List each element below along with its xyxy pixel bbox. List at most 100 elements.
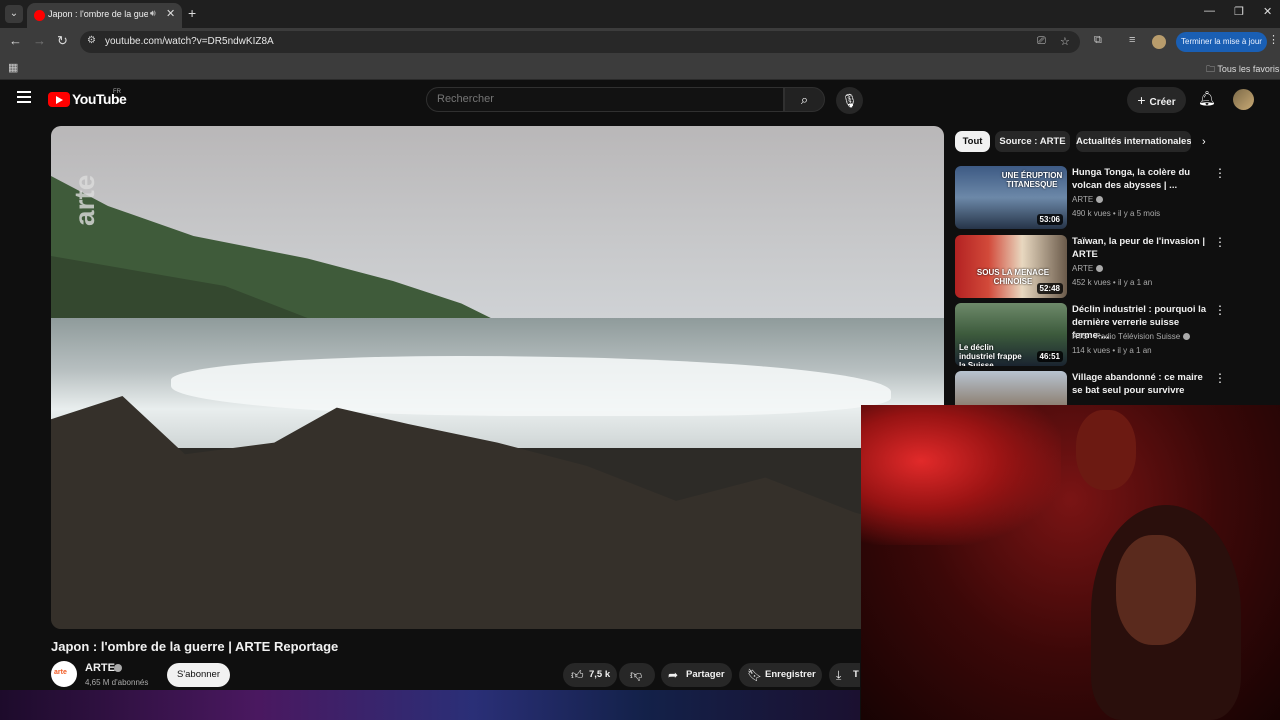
channel-label: ARTE	[1072, 195, 1094, 204]
site-info-icon[interactable]: ⚙	[87, 35, 96, 46]
forward-arrow-icon[interactable]: →	[33, 33, 46, 48]
folder-icon: 🗀︎	[1206, 64, 1218, 74]
bookmarks-bar: ▦ 🗀︎ Tous les favoris	[0, 56, 1280, 80]
search-box[interactable]	[426, 87, 784, 112]
browser-toolbar: ← → ↻ ⚙ youtube.com/watch?v=DR5ndwKIZ8A …	[0, 28, 1280, 56]
recommendation-title[interactable]: Hunga Tonga, la colère du volcan des aby…	[1072, 166, 1212, 192]
microphone-icon[interactable]: 🎙︎	[836, 87, 863, 114]
save-button[interactable]: 🔖︎ Enregistrer	[739, 663, 822, 687]
description-preview-image	[0, 690, 860, 720]
youtube-logo-icon[interactable]	[48, 92, 70, 107]
video-player[interactable]: arte	[51, 126, 944, 629]
arte-logo: arte	[54, 669, 67, 676]
bookmark-star-icon[interactable]: ☆	[1060, 35, 1070, 48]
chip-source-arte[interactable]: Source : ARTE	[995, 131, 1070, 152]
plus-icon: +	[1137, 92, 1150, 108]
country-code: FR	[113, 89, 121, 95]
webcam-background-figure	[1076, 410, 1136, 490]
save-label: Enregistrer	[765, 669, 816, 680]
channel-label: RTS - Radio Télévision Suisse	[1072, 332, 1181, 341]
arte-watermark: arte	[69, 174, 100, 226]
video-title: Japon : l'ombre de la guerre | ARTE Repo…	[51, 639, 339, 654]
tab-title: Japon : l'ombre de la guerre	[48, 9, 148, 19]
recommendation-item[interactable]: Le déclin industriel frappe la Suisse 46…	[955, 303, 1275, 367]
media-controls-icon[interactable]: ≡	[1129, 34, 1135, 46]
recommendation-channel: ARTE	[1072, 195, 1104, 204]
address-bar[interactable]: ⚙ youtube.com/watch?v=DR5ndwKIZ8A ⎚ ☆	[80, 31, 1080, 53]
create-label: Créer	[1149, 97, 1176, 108]
more-actions-icon[interactable]: ⋮	[1214, 303, 1226, 317]
share-label: Partager	[686, 669, 725, 680]
minimize-icon[interactable]: —	[1204, 5, 1215, 17]
apps-grid-icon[interactable]: ▦	[8, 61, 18, 74]
recommendation-item[interactable]: SOUS LA MENACE CHINOISE 52:48 Taïwan, la…	[955, 235, 1275, 299]
video-thumbnail[interactable]: UNE ÉRUPTION TITANESQUE 53:06	[955, 166, 1067, 229]
verified-check-icon	[114, 664, 122, 672]
video-thumbnail[interactable]: Le déclin industriel frappe la Suisse 46…	[955, 303, 1067, 366]
share-button[interactable]: ➦ Partager	[661, 663, 732, 687]
user-avatar[interactable]	[1233, 89, 1254, 110]
finish-update-button[interactable]: Terminer la mise à jour	[1176, 32, 1267, 52]
recommendation-item[interactable]: UNE ÉRUPTION TITANESQUE 53:06 Hunga Tong…	[955, 166, 1275, 230]
all-bookmarks-link[interactable]: 🗀︎ Tous les favoris	[1206, 62, 1279, 78]
channel-label: ARTE	[1072, 264, 1094, 273]
download-button[interactable]: ⤓ T	[829, 663, 860, 687]
recommendation-title[interactable]: Taïwan, la peur de l'invasion | ARTE	[1072, 235, 1212, 261]
like-count: 7,5 k	[589, 669, 611, 680]
like-button[interactable]: 👍︎ 7,5 k	[563, 663, 617, 687]
verified-check-icon	[1183, 333, 1191, 340]
thumbnail-caption: UNE ÉRUPTION TITANESQUE	[1001, 171, 1063, 189]
speaker-icon[interactable]: 🔊︎	[150, 8, 156, 19]
reload-icon[interactable]: ↻	[57, 33, 68, 49]
youtube-favicon-icon	[34, 10, 45, 21]
webcam-face	[1116, 535, 1196, 645]
thumbs-down-icon: 👎︎	[630, 668, 643, 682]
search-icon[interactable]: ⌕	[784, 87, 825, 112]
extensions-puzzle-icon[interactable]: ⧉	[1094, 34, 1102, 47]
create-button[interactable]: + Créer	[1127, 87, 1186, 113]
video-thumbnail[interactable]: SOUS LA MENACE CHINOISE 52:48	[955, 235, 1067, 298]
restore-icon[interactable]: ❐	[1234, 5, 1244, 18]
browser-menu-icon[interactable]: ⋮	[1268, 33, 1279, 46]
youtube-header: YouTube FR ⌕ 🎙︎ + Créer 🔔︎	[0, 81, 1280, 121]
video-duration: 52:48	[1036, 283, 1063, 294]
browser-profile-avatar[interactable]	[1152, 35, 1166, 49]
tab-close-icon[interactable]: ✕	[166, 7, 175, 20]
more-actions-icon[interactable]: ⋮	[1214, 235, 1226, 249]
recommendation-item[interactable]: Village abandonné : ce maire se bat seul…	[955, 371, 1275, 405]
url-text[interactable]: youtube.com/watch?v=DR5ndwKIZ8A	[105, 36, 274, 47]
video-duration: 53:06	[1036, 214, 1063, 225]
chevron-right-icon[interactable]: ›	[1202, 136, 1206, 148]
verified-check-icon	[1096, 265, 1104, 272]
chip-international-news[interactable]: Actualités internationales	[1076, 131, 1191, 152]
back-arrow-icon[interactable]: ←	[9, 33, 22, 48]
notifications-bell-icon[interactable]: 🔔︎	[1198, 90, 1216, 107]
dislike-button[interactable]: 👎︎	[619, 663, 655, 687]
more-actions-icon[interactable]: ⋮	[1214, 371, 1226, 385]
channel-avatar[interactable]: arte	[51, 661, 77, 687]
subscriber-count: 4,65 M d'abonnés	[85, 678, 149, 687]
download-label: T	[853, 669, 859, 680]
browser-tab-active[interactable]: Japon : l'ombre de la guerre 🔊︎ ✕	[27, 3, 182, 28]
thumbs-up-icon: 👍︎	[571, 668, 584, 682]
channel-name[interactable]: ARTE	[85, 662, 115, 674]
all-bookmarks-label: Tous les favoris	[1217, 64, 1280, 74]
tab-search-button[interactable]: ⌄	[5, 5, 23, 23]
install-app-icon[interactable]: ⎚	[1037, 35, 1046, 48]
window-close-icon[interactable]: ✕	[1263, 5, 1272, 18]
hamburger-menu-icon[interactable]	[17, 91, 31, 103]
more-actions-icon[interactable]: ⋮	[1214, 166, 1226, 180]
search-input[interactable]	[437, 93, 757, 105]
recommendation-meta: 490 k vues • il y a 5 mois	[1072, 209, 1161, 218]
recommendation-title[interactable]: Village abandonné : ce maire se bat seul…	[1072, 371, 1212, 397]
new-tab-plus-icon[interactable]: +	[188, 5, 196, 21]
webcam-red-lights	[861, 405, 1061, 545]
webcam-overlay	[861, 405, 1280, 720]
browser-tab-strip: ⌄ Japon : l'ombre de la guerre 🔊︎ ✕ + — …	[0, 0, 1280, 28]
download-icon: ⤓	[836, 668, 842, 682]
share-arrow-icon: ➦	[668, 668, 679, 682]
chip-all[interactable]: Tout	[955, 131, 990, 152]
subscribe-button[interactable]: S'abonner	[167, 663, 230, 687]
video-thumbnail[interactable]	[955, 371, 1067, 405]
thumbnail-caption: Le déclin industriel frappe la Suisse	[959, 343, 1022, 366]
